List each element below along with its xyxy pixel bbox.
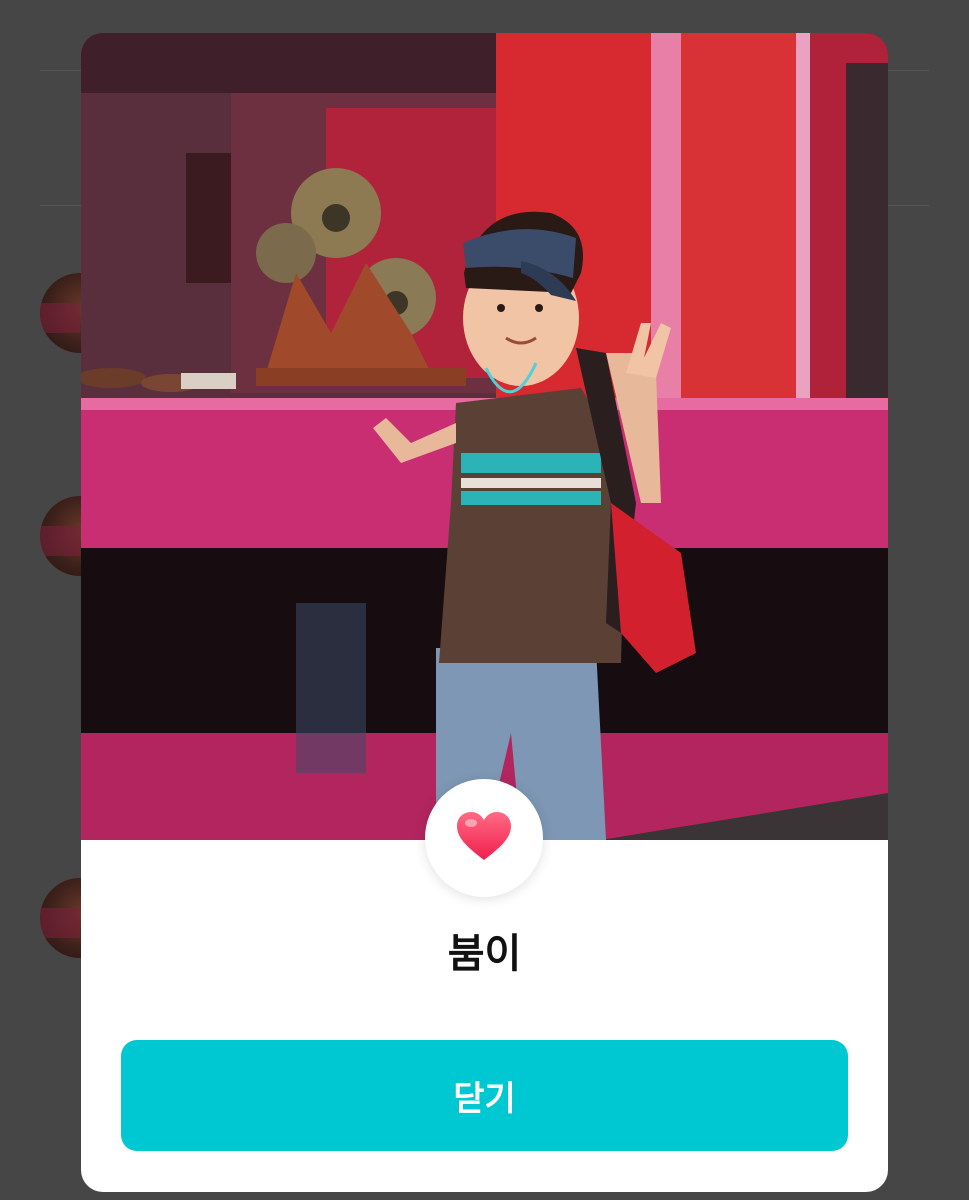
- profile-modal: 붐이 닫기: [81, 33, 888, 1192]
- profile-photo: [81, 33, 888, 840]
- heart-icon: [455, 810, 513, 866]
- close-button[interactable]: 닫기: [121, 1040, 848, 1151]
- heart-badge: [425, 779, 543, 897]
- profile-name: 붐이: [447, 931, 522, 977]
